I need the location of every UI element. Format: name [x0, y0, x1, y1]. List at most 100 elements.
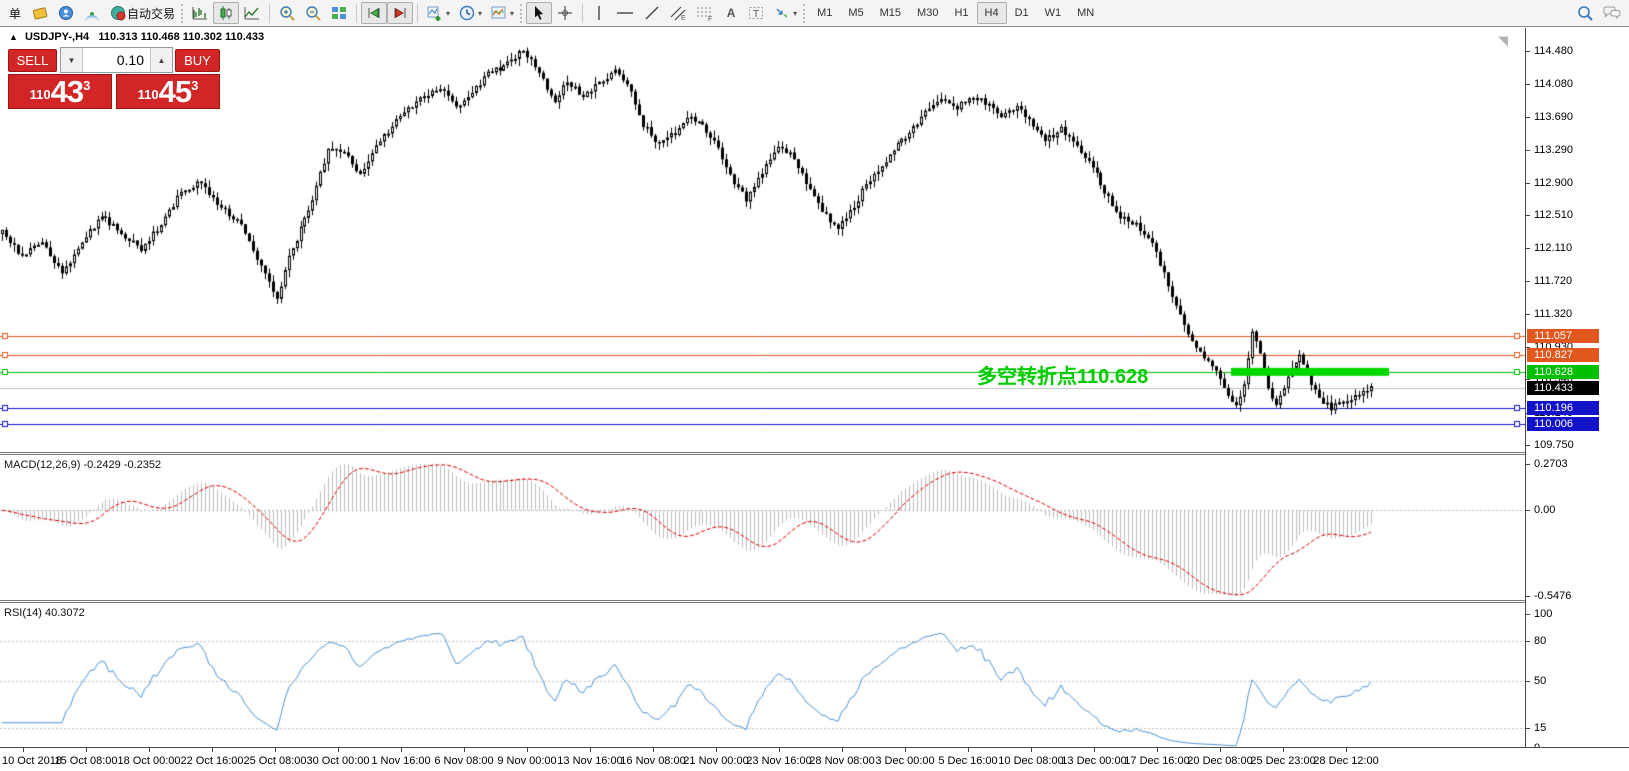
timeframe-button-d1[interactable]: D1: [1007, 2, 1037, 24]
fibonacci-tool-button[interactable]: F: [691, 2, 719, 24]
mt4-window: 单 自动交易 ▾ ▾ ▾ E F A T ▾ M1M: [0, 0, 1629, 771]
toolbar-grip[interactable]: [181, 4, 185, 23]
time-axis-label: 13 Dec 00:00: [1061, 755, 1126, 767]
crosshair-icon: [556, 4, 574, 22]
sell-price-sup: 3: [83, 78, 90, 93]
time-axis-label: 3 Dec 00:00: [875, 755, 934, 767]
buy-price-big: 45: [159, 77, 191, 106]
community-icon: [57, 4, 75, 22]
text-tool-icon: A: [727, 6, 736, 20]
time-tick-mark: [212, 748, 213, 752]
rsi-indicator-canvas[interactable]: [0, 604, 1525, 748]
crosshair-tool-button[interactable]: [552, 2, 578, 24]
timeframe-button-h1[interactable]: H1: [946, 2, 976, 24]
axis-tick-mark: [1526, 728, 1530, 729]
chat-button[interactable]: [1598, 2, 1626, 24]
tile-windows-icon: [330, 4, 348, 22]
toolbar: 单 自动交易 ▾ ▾ ▾ E F A T ▾ M1M: [0, 0, 1629, 27]
timeframe-button-m1[interactable]: M1: [809, 2, 840, 24]
price-tick-label: 114.080: [1534, 78, 1573, 90]
volume-decrease-button[interactable]: ▼: [61, 48, 83, 72]
time-tick-mark: [716, 748, 717, 752]
community-button[interactable]: [53, 2, 79, 24]
label-tool-button[interactable]: T: [743, 2, 769, 24]
sell-price-tile[interactable]: 110 43 3: [8, 74, 112, 109]
axis-tick-mark: [1526, 150, 1530, 151]
auto-scroll-button[interactable]: [361, 2, 387, 24]
scroll-corner-icon: ◥: [1498, 33, 1508, 49]
line-chart-button[interactable]: [239, 2, 265, 24]
timeframe-button-m30[interactable]: M30: [909, 2, 946, 24]
metaeditor-button[interactable]: [27, 2, 53, 24]
buy-button[interactable]: BUY: [175, 49, 220, 72]
volume-increase-button[interactable]: ▲: [150, 48, 172, 72]
cursor-tool-button[interactable]: [526, 2, 552, 24]
trendline-tool-button[interactable]: [639, 2, 665, 24]
buy-price-tile[interactable]: 110 45 3: [116, 74, 220, 109]
periods-button[interactable]: ▾: [454, 2, 486, 24]
search-button[interactable]: [1572, 2, 1598, 24]
tile-windows-button[interactable]: [326, 2, 352, 24]
arrows-tool-button[interactable]: ▾: [769, 2, 801, 24]
timeframe-button-m15[interactable]: M15: [872, 2, 909, 24]
panel-splitter[interactable]: [0, 600, 1629, 603]
indicators-button[interactable]: ▾: [422, 2, 454, 24]
vertical-line-tool-button[interactable]: [587, 2, 611, 24]
macd-axis-zero: 0.00: [1534, 504, 1555, 516]
time-tick-mark: [1283, 748, 1284, 752]
timeframe-button-mn[interactable]: MN: [1069, 2, 1102, 24]
candlestick-chart-button[interactable]: [213, 2, 239, 24]
volume-input[interactable]: [83, 48, 150, 72]
chart-shift-button[interactable]: [387, 2, 413, 24]
chart-shift-icon: [391, 4, 409, 22]
axis-tick-mark: [1526, 314, 1530, 315]
timeframe-button-h4[interactable]: H4: [977, 2, 1007, 24]
bar-chart-icon: [191, 4, 209, 22]
axis-tick-mark: [1526, 51, 1530, 52]
time-tick-mark: [653, 748, 654, 752]
text-tool-button[interactable]: A: [719, 2, 743, 24]
time-tick-mark: [842, 748, 843, 752]
buy-price-prefix: 110: [138, 87, 159, 102]
horizontal-line-tool-button[interactable]: [611, 2, 639, 24]
time-tick-mark: [338, 748, 339, 752]
zoom-in-icon: [278, 4, 296, 22]
time-axis-label: 13 Nov 16:00: [557, 755, 622, 767]
main-chart-canvas[interactable]: [0, 28, 1525, 452]
rsi-level-label: 100: [1534, 608, 1552, 620]
time-tick-mark: [401, 748, 402, 752]
sell-price-prefix: 110: [30, 87, 51, 102]
label-tool-icon: T: [747, 4, 765, 22]
collapse-triangle-icon[interactable]: ▲: [9, 32, 18, 42]
toolbar-grip[interactable]: [520, 4, 524, 23]
toolbar-grip[interactable]: [803, 4, 807, 23]
axis-tick-mark: [1526, 248, 1530, 249]
autotrading-button[interactable]: 自动交易: [105, 2, 179, 24]
signals-button[interactable]: [79, 2, 105, 24]
time-axis-label: 17 Dec 16:00: [1124, 755, 1189, 767]
panel-splitter[interactable]: [0, 452, 1629, 455]
time-axis-label: 18 Oct 00:00: [118, 755, 181, 767]
chart-annotation-text: 多空转折点110.628: [977, 360, 1148, 389]
sell-price-big: 43: [51, 77, 83, 106]
autotrading-label: 自动交易: [127, 5, 175, 22]
bar-chart-button[interactable]: [187, 2, 213, 24]
price-tick-label: 112.900: [1534, 177, 1573, 189]
sell-button[interactable]: SELL: [8, 49, 57, 72]
zoom-in-button[interactable]: [274, 2, 300, 24]
time-axis-label: 22 Oct 16:00: [181, 755, 244, 767]
price-line-badge: 111.057: [1527, 329, 1599, 343]
new-order-button[interactable]: 单: [3, 2, 27, 24]
chevron-down-icon: ▾: [510, 9, 514, 18]
symbol-title: USDJPY-,H4: [25, 31, 89, 43]
time-axis-label: 16 Nov 08:00: [620, 755, 685, 767]
price-tick-label: 112.110: [1534, 242, 1572, 254]
zoom-out-button[interactable]: [300, 2, 326, 24]
timeframe-button-w1[interactable]: W1: [1037, 2, 1070, 24]
line-chart-icon: [243, 4, 261, 22]
templates-button[interactable]: ▾: [486, 2, 518, 24]
macd-indicator-canvas[interactable]: [0, 456, 1525, 600]
timeframe-button-m5[interactable]: M5: [840, 2, 871, 24]
svg-text:T: T: [753, 9, 759, 20]
channel-tool-button[interactable]: E: [665, 2, 691, 24]
